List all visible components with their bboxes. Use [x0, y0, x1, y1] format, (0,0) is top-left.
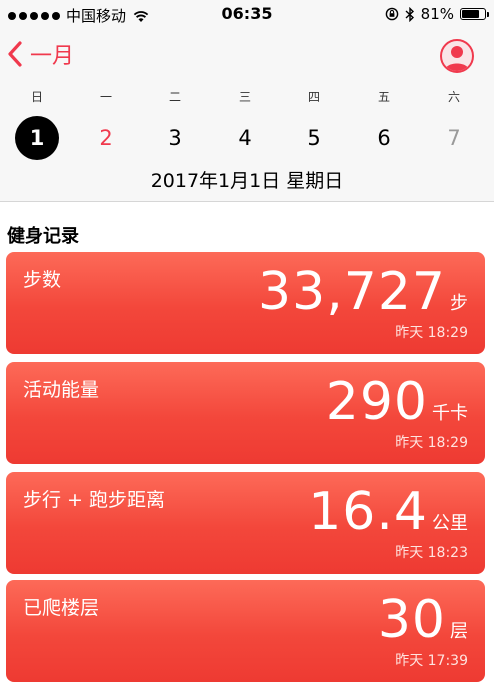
card-value: 30	[377, 590, 446, 650]
weekday-label: 日	[30, 90, 43, 104]
card-unit: 层	[450, 621, 468, 642]
card-unit: 公里	[432, 513, 468, 534]
weekday-label: 二	[168, 90, 181, 104]
card-label: 步行 + 跑步距离	[23, 489, 165, 511]
person-icon	[445, 46, 469, 71]
back-button[interactable]: 一月	[6, 38, 74, 70]
walking-running-distance-card[interactable]: 步行 + 跑步距离 16.4 公里 昨天 18:23	[6, 472, 485, 574]
weekday-label: 五	[377, 90, 390, 104]
card-unit: 千卡	[432, 403, 468, 424]
card-unit: 步	[450, 293, 468, 314]
weekday-label: 四	[307, 90, 320, 104]
day-row: 1 2 3 4 5 6 7	[0, 116, 494, 160]
bluetooth-icon	[405, 6, 414, 22]
card-value: 290	[325, 372, 428, 432]
day-cell[interactable]: 5	[292, 116, 336, 160]
section-title: 健身记录	[7, 226, 79, 247]
weekday-label: 六	[447, 90, 460, 104]
weekday-label: 一	[99, 90, 112, 104]
status-right: 81%	[385, 5, 489, 23]
card-label: 已爬楼层	[23, 597, 100, 619]
card-timestamp: 昨天 18:29	[395, 435, 468, 451]
battery-fill	[462, 10, 479, 18]
week-strip: 日 一 二 三 四 五 六 1 2 3 4 5 6 7 2017年1月1日 星期…	[0, 82, 494, 202]
day-selected[interactable]: 1	[15, 116, 59, 160]
card-value-row: 30 层	[378, 590, 468, 650]
weekday-label: 三	[238, 90, 251, 104]
status-bar: 中国移动 06:35 81%	[0, 0, 494, 30]
battery-percent: 81%	[420, 5, 454, 23]
day-cell[interactable]: 3	[153, 116, 197, 160]
day-cell-future: 7	[447, 126, 461, 150]
steps-card[interactable]: 步数 33,727 步 昨天 18:29	[6, 252, 485, 354]
card-value-row: 33,727 步	[258, 262, 468, 322]
profile-avatar-button[interactable]	[440, 39, 474, 73]
battery-icon	[460, 8, 489, 20]
day-today[interactable]: 2	[84, 116, 128, 160]
card-timestamp: 昨天 18:29	[395, 325, 468, 341]
card-timestamp: 昨天 17:39	[395, 653, 468, 669]
rotation-lock-icon	[385, 7, 398, 21]
selected-date-text: 2017年1月1日 星期日	[150, 170, 344, 192]
card-label: 步数	[23, 269, 62, 291]
card-value: 16.4	[308, 482, 428, 542]
nav-bar: 一月	[0, 30, 494, 82]
card-value-row: 290 千卡	[326, 372, 468, 432]
card-value: 33,727	[258, 262, 446, 322]
back-button-label: 一月	[30, 44, 75, 69]
card-timestamp: 昨天 18:23	[395, 545, 468, 561]
card-label: 活动能量	[23, 379, 100, 401]
flights-climbed-card[interactable]: 已爬楼层 30 层 昨天 17:39	[6, 580, 485, 682]
card-value-row: 16.4 公里	[308, 482, 468, 542]
day-cell[interactable]: 6	[362, 116, 406, 160]
weekday-labels: 日 一 二 三 四 五 六	[0, 88, 494, 106]
active-energy-card[interactable]: 活动能量 290 千卡 昨天 18:29	[6, 362, 485, 464]
chevron-left-icon	[8, 41, 22, 67]
day-cell[interactable]: 4	[223, 116, 267, 160]
